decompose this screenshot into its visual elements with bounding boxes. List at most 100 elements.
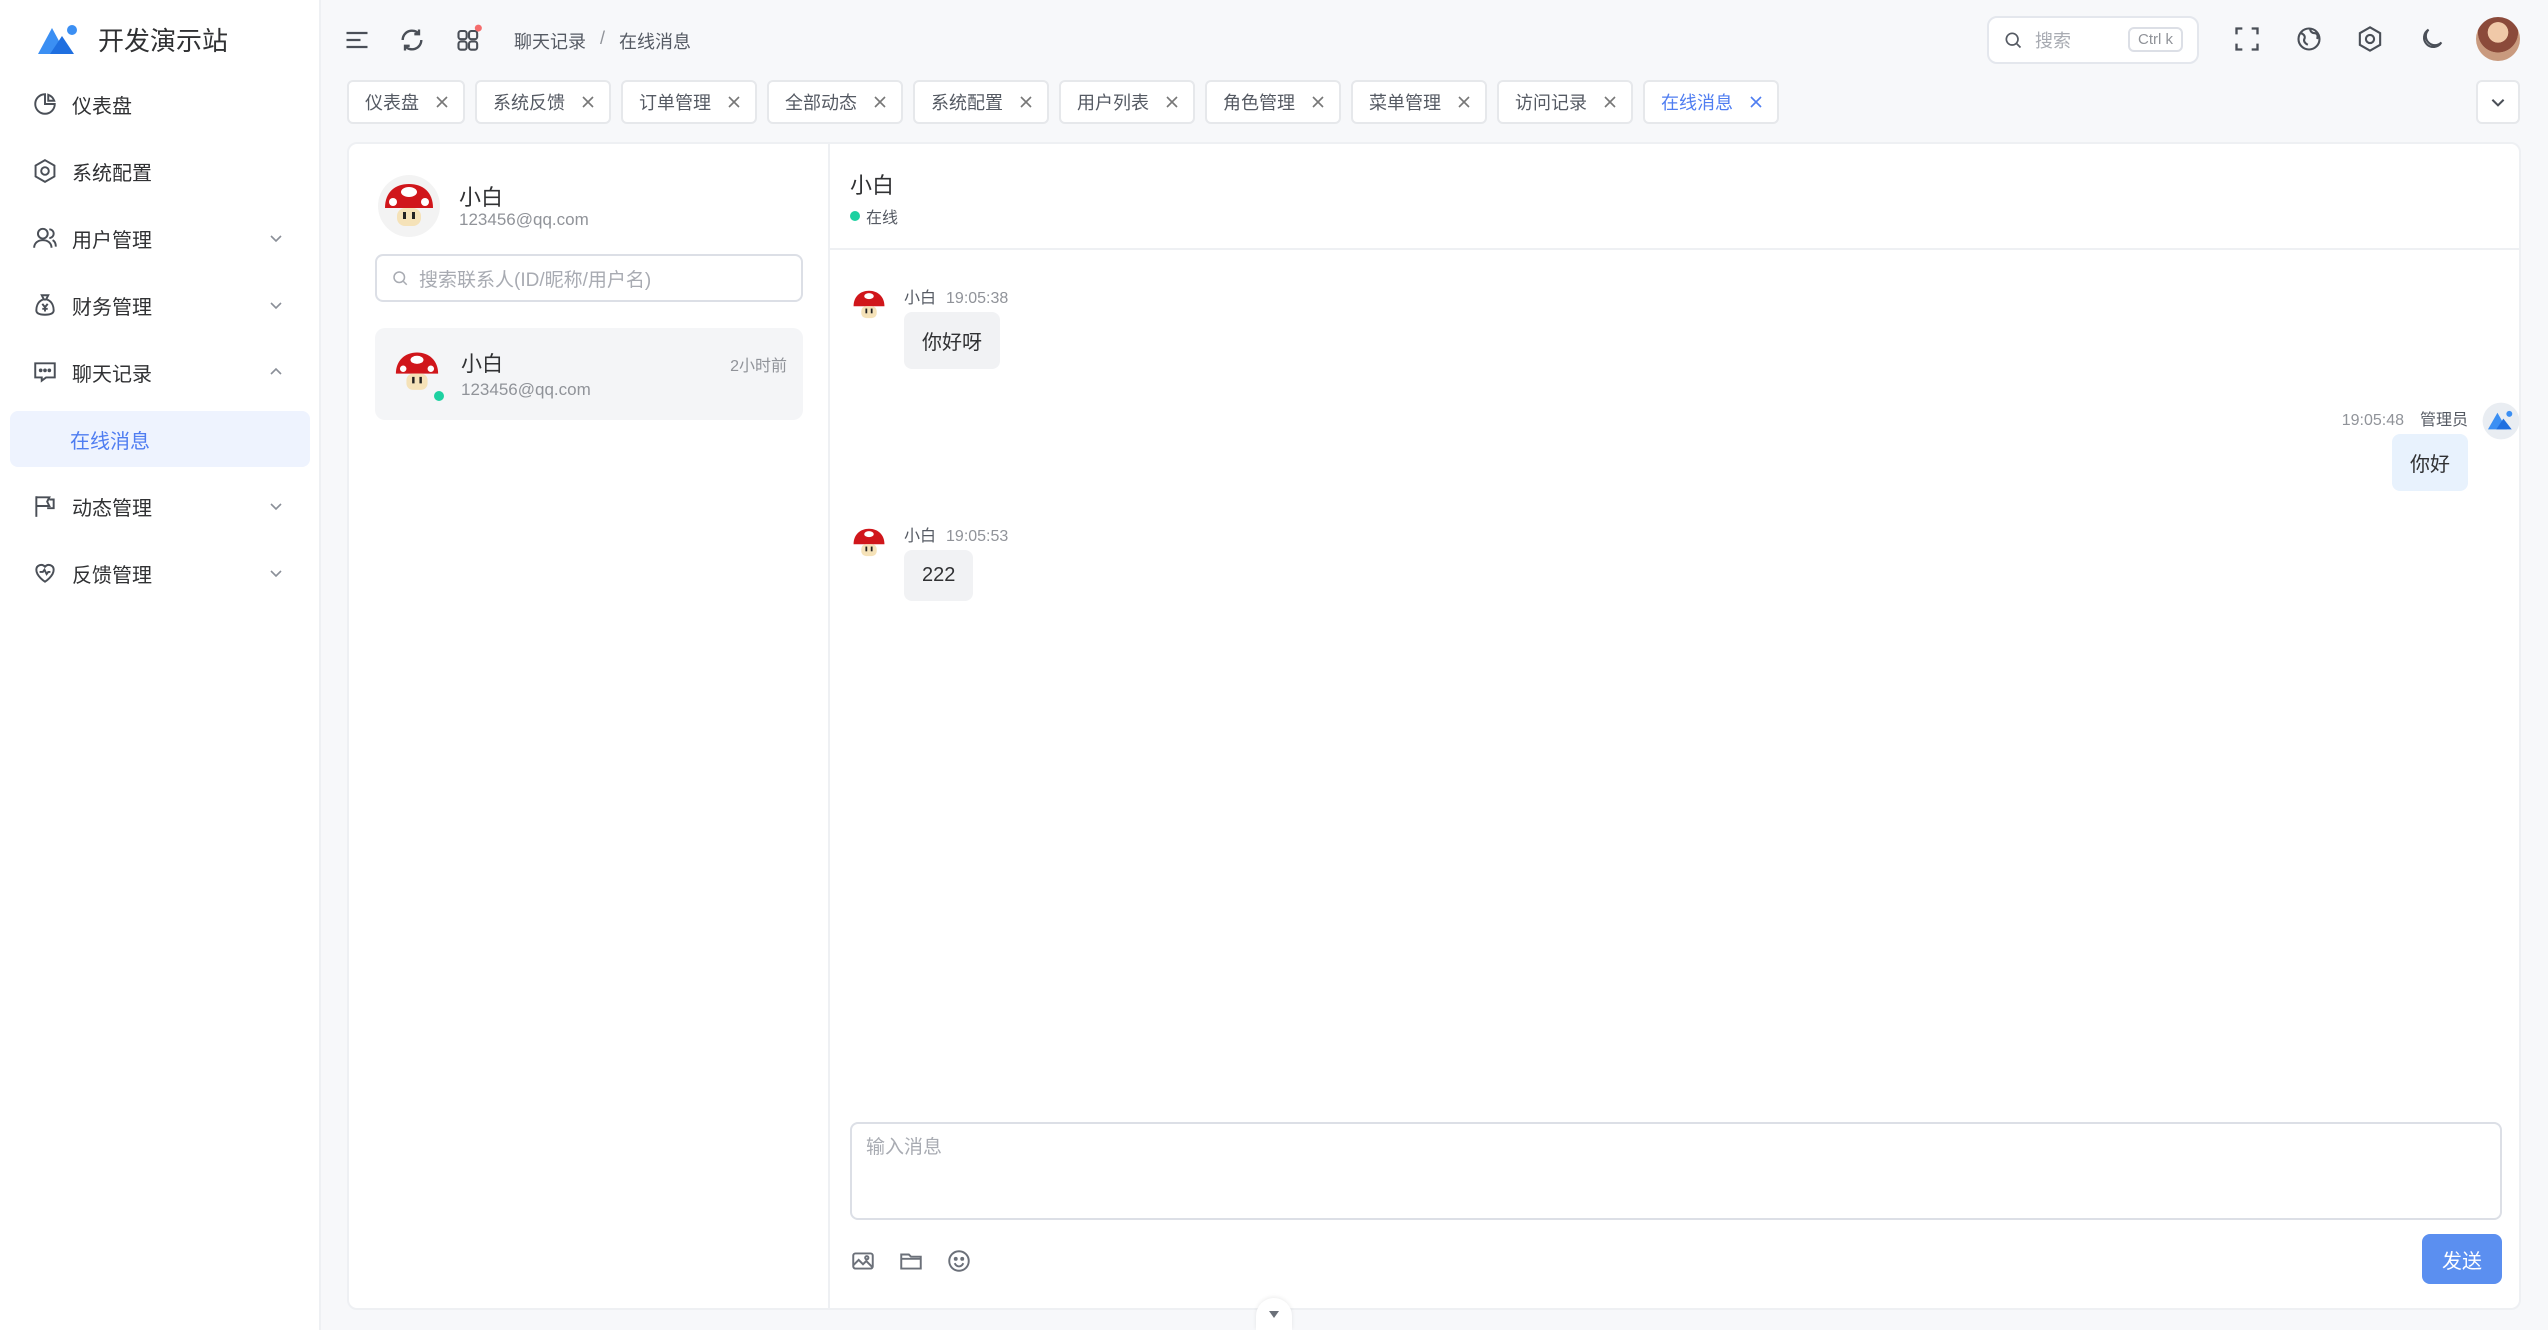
mushroom-avatar	[853, 290, 885, 319]
tab-bar: 仪表盘 系统反馈 订单管理 全部动态 系统配置 用户列表 角色管理 菜单管理 访…	[347, 80, 1789, 124]
chevron-down-icon	[270, 302, 282, 310]
close-icon[interactable]	[1311, 95, 1325, 109]
tab-dashboard[interactable]: 仪表盘	[347, 80, 465, 124]
contact-search-input[interactable]: 搜索联系人(ID/昵称/用户名)	[375, 254, 803, 302]
user-avatar[interactable]	[2476, 17, 2520, 61]
image-upload-icon[interactable]	[850, 1248, 876, 1274]
message-bubble: 你好	[2392, 434, 2468, 491]
emoji-icon[interactable]	[946, 1248, 972, 1274]
sidebar-item-finance[interactable]: 财务管理	[10, 277, 310, 333]
message-input-placeholder: 输入消息	[866, 1137, 943, 1158]
message-time: 19:05:38	[946, 290, 1009, 307]
message-time: 19:05:53	[946, 528, 1009, 545]
flag-icon	[35, 496, 55, 517]
mushroom-avatar	[378, 175, 440, 237]
app-title: 开发演示站	[98, 25, 229, 56]
send-button[interactable]: 发送	[2422, 1234, 2502, 1284]
sidebar-item-label: 在线消息	[70, 430, 150, 453]
sidebar-item-system-config[interactable]: 系统配置	[10, 143, 310, 199]
app-logo[interactable]: 开发演示站	[36, 14, 228, 64]
sidebar-item-label: 动态管理	[72, 497, 152, 520]
tab-system-feedback[interactable]: 系统反馈	[475, 80, 611, 124]
message-sender: 小白	[904, 528, 937, 545]
close-icon[interactable]	[435, 95, 449, 109]
folder-icon[interactable]	[898, 1248, 924, 1274]
sidebar-item-activity[interactable]: 动态管理	[10, 478, 310, 534]
search-shortcut: Ctrl k	[2128, 27, 2183, 52]
tab-label: 在线消息	[1661, 93, 1733, 113]
mushroom-avatar	[853, 528, 885, 557]
apps-grid-icon[interactable]	[455, 24, 483, 52]
status-text: 在线	[866, 210, 899, 227]
chevron-down-icon	[270, 235, 282, 243]
contact-last-time: 2小时前	[730, 358, 787, 375]
message-meta: 小白 19:05:38	[904, 284, 1008, 308]
close-icon[interactable]	[727, 95, 741, 109]
contact-email: 123456@qq.com	[461, 380, 591, 399]
sidebar-item-dashboard[interactable]: 仪表盘	[10, 76, 310, 132]
tab-online-messages[interactable]: 在线消息	[1643, 80, 1779, 124]
refresh-icon[interactable]	[398, 26, 426, 54]
sidebar-item-label: 系统配置	[72, 162, 152, 185]
breadcrumb-item-chat-records[interactable]: 聊天记录	[514, 28, 586, 54]
sidebar-item-feedback[interactable]: 反馈管理	[10, 545, 310, 601]
sidebar-item-user-management[interactable]: 用户管理	[10, 210, 310, 266]
conversation-pane: 小白 在线 小白 19:05:38 你好呀 19:05:48 管理员 你好 小白…	[830, 144, 2519, 1308]
message-bubble: 222	[904, 550, 974, 601]
sidebar-item-label: 聊天记录	[72, 363, 152, 386]
close-icon[interactable]	[1165, 95, 1179, 109]
user-icon	[33, 227, 57, 248]
close-icon[interactable]	[1457, 95, 1471, 109]
collapse-handle[interactable]	[1256, 1298, 1292, 1330]
sidebar-item-label: 财务管理	[72, 296, 152, 319]
close-icon[interactable]	[1603, 95, 1617, 109]
close-icon[interactable]	[581, 95, 595, 109]
global-search[interactable]: 搜索 Ctrl k	[1987, 16, 2199, 64]
tab-label: 用户列表	[1077, 93, 1149, 113]
tab-label: 仪表盘	[365, 93, 419, 113]
online-status-dot	[850, 211, 860, 221]
admin-logo-avatar	[2482, 402, 2519, 440]
tabs-more-button[interactable]	[2476, 80, 2520, 124]
search-placeholder: 搜索	[2035, 31, 2071, 51]
dark-mode-moon-icon[interactable]	[2418, 25, 2446, 53]
message-meta: 小白 19:05:53	[904, 522, 1008, 546]
sidebar-item-label: 仪表盘	[72, 95, 132, 118]
conversation-status: 在线	[850, 204, 898, 228]
sidebar-item-label: 用户管理	[72, 229, 152, 252]
message-meta: 19:05:48 管理员	[2342, 406, 2468, 430]
breadcrumb-item-online-messages: 在线消息	[619, 32, 692, 52]
message-input[interactable]: 输入消息	[850, 1122, 2502, 1220]
tab-order-management[interactable]: 订单管理	[621, 80, 757, 124]
sidebar-item-chat-records[interactable]: 聊天记录	[10, 344, 310, 400]
tab-user-list[interactable]: 用户列表	[1059, 80, 1195, 124]
close-icon[interactable]	[1749, 95, 1763, 109]
fullscreen-icon[interactable]	[2233, 25, 2261, 53]
message-time: 19:05:48	[2341, 412, 2404, 429]
sidebar-item-online-messages[interactable]: 在线消息	[10, 411, 310, 467]
sidebar-item-label: 反馈管理	[72, 564, 152, 587]
logo-icon	[38, 25, 77, 54]
close-icon[interactable]	[1019, 95, 1033, 109]
tab-role-management[interactable]: 角色管理	[1205, 80, 1341, 124]
message-sender: 管理员	[2419, 412, 2468, 429]
gear-icon	[34, 159, 56, 183]
close-icon[interactable]	[873, 95, 887, 109]
tab-menu-management[interactable]: 菜单管理	[1351, 80, 1487, 124]
caret-down-icon	[1269, 1311, 1279, 1318]
chevron-up-icon	[270, 367, 282, 375]
breadcrumb: 聊天记录 / 在线消息	[514, 28, 691, 54]
tab-label: 菜单管理	[1369, 93, 1441, 113]
tab-all-activity[interactable]: 全部动态	[767, 80, 903, 124]
online-status-dot	[431, 388, 447, 404]
tab-visit-records[interactable]: 访问记录	[1497, 80, 1633, 124]
search-icon	[393, 271, 408, 286]
contact-list-item[interactable]: 小白 2小时前 123456@qq.com	[375, 328, 803, 420]
tab-label: 订单管理	[639, 93, 711, 113]
tab-system-config[interactable]: 系统配置	[913, 80, 1049, 124]
menu-fold-icon[interactable]	[343, 26, 371, 54]
message-sender: 小白	[904, 290, 937, 307]
globe-icon[interactable]	[2295, 25, 2323, 53]
settings-hex-icon[interactable]	[2356, 25, 2384, 53]
breadcrumb-separator: /	[600, 28, 606, 48]
